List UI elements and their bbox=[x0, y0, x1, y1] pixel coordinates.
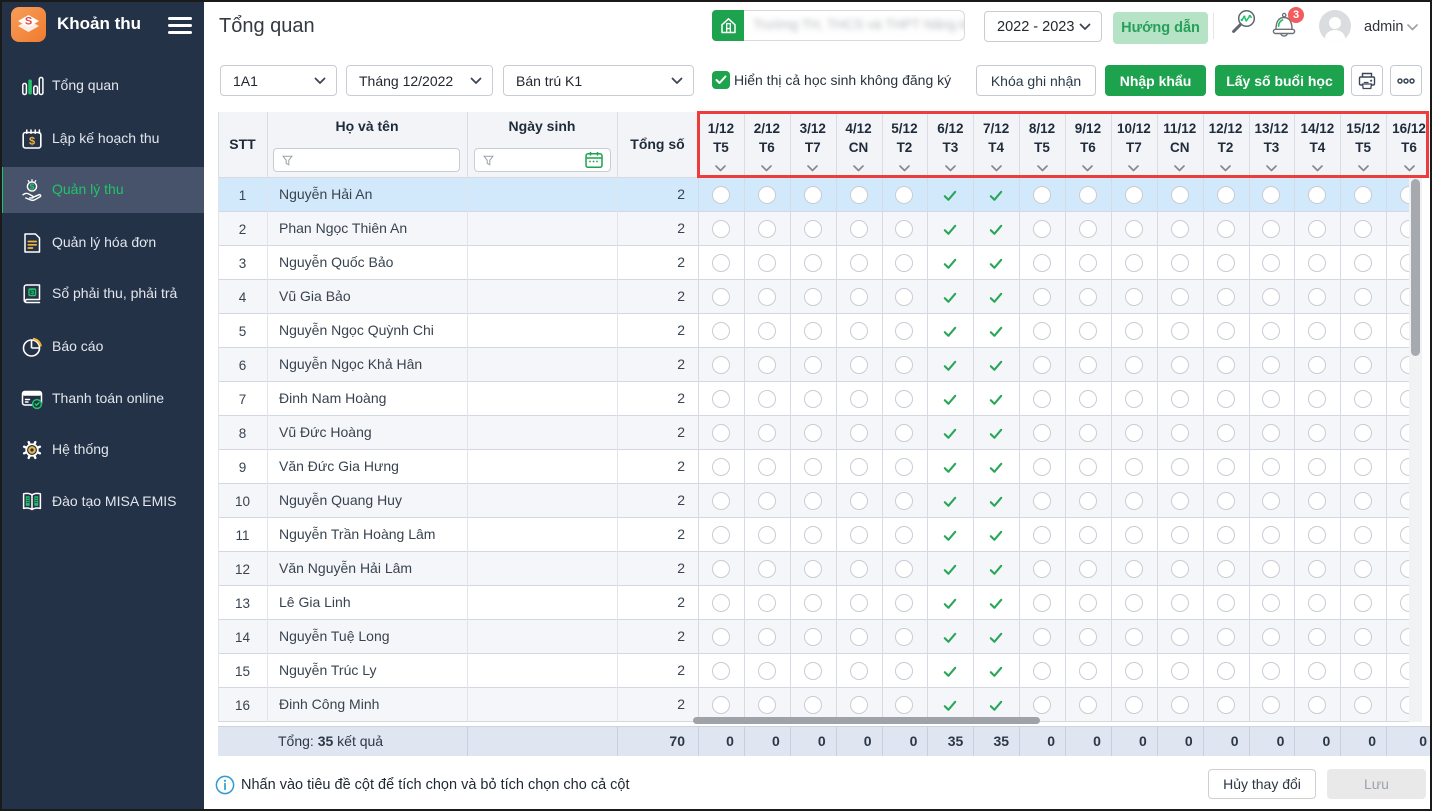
svg-text:S: S bbox=[25, 16, 32, 28]
svg-text:$: $ bbox=[29, 135, 35, 147]
svg-text:$: $ bbox=[30, 182, 35, 192]
svg-text:$: $ bbox=[30, 289, 34, 296]
